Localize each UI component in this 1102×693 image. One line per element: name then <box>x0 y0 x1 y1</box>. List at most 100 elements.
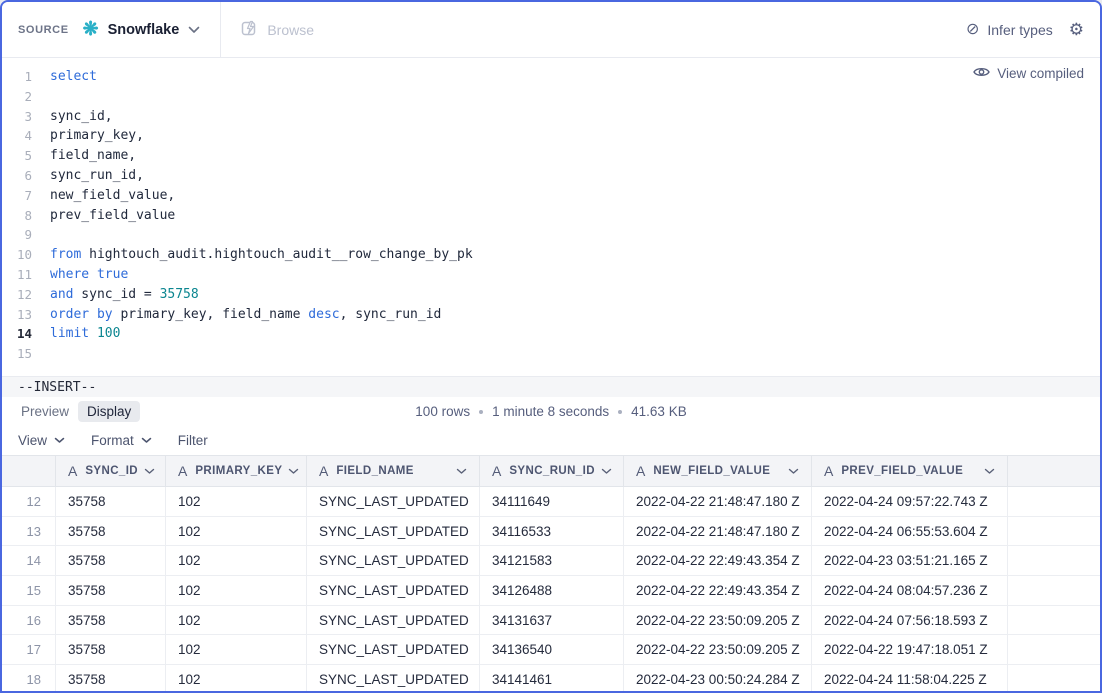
code-text: sync_id, <box>32 107 113 127</box>
column-menu-chevron-icon[interactable] <box>138 468 155 475</box>
column-header-sync_run_id[interactable]: ASYNC_RUN_ID <box>480 456 624 486</box>
string-type-icon: A <box>492 463 501 479</box>
format-menu[interactable]: Format <box>91 433 152 448</box>
table-row: 1435758102SYNC_LAST_UPDATED341215832022-… <box>2 546 1100 576</box>
table-cell[interactable]: 34121583 <box>480 546 624 576</box>
table-cell[interactable]: 2022-04-24 09:57:22.743 Z <box>812 487 1008 517</box>
table-row: 1635758102SYNC_LAST_UPDATED341316372022-… <box>2 606 1100 636</box>
column-menu-chevron-icon[interactable] <box>282 468 299 475</box>
table-cell[interactable]: 2022-04-23 03:51:21.165 Z <box>812 546 1008 576</box>
column-header-primary_key[interactable]: APRIMARY_KEY <box>166 456 307 486</box>
sql-text: sync_run_id, <box>50 168 144 183</box>
table-cell[interactable]: 35758 <box>56 665 166 693</box>
table-cell[interactable]: 34116533 <box>480 517 624 547</box>
table-cell[interactable]: 2022-04-22 19:47:18.051 Z <box>812 635 1008 665</box>
table-cell[interactable]: 102 <box>166 606 307 636</box>
infer-types-button[interactable]: ⊘ Infer types <box>966 22 1053 38</box>
column-header-sync_id[interactable]: ASYNC_ID <box>56 456 166 486</box>
table-cell[interactable]: 35758 <box>56 546 166 576</box>
column-menu-chevron-icon[interactable] <box>450 468 467 475</box>
view-compiled-label: View compiled <box>997 66 1084 81</box>
table-cell[interactable]: 34126488 <box>480 576 624 606</box>
chevron-down-icon <box>141 437 152 444</box>
spacer-cell <box>1008 635 1100 665</box>
code-line: 10 from hightouch_audit.hightouch_audit__… <box>2 245 1100 265</box>
column-header-new_field_value[interactable]: ANEW_FIELD_VALUE <box>624 456 812 486</box>
table-cell[interactable]: 2022-04-22 21:48:47.180 Z <box>624 517 812 547</box>
results-tabbar: 100 rows1 minute 8 seconds41.63 KB Previ… <box>2 397 1100 425</box>
table-cell[interactable]: 102 <box>166 576 307 606</box>
sql-keyword: order by <box>50 307 113 322</box>
table-cell[interactable]: SYNC_LAST_UPDATED <box>307 546 480 576</box>
code-line: 14limit 100 <box>2 324 1100 344</box>
table-cell[interactable]: 102 <box>166 546 307 576</box>
gear-icon[interactable]: ⚙︎ <box>1069 21 1084 38</box>
sql-text: field_name, <box>50 148 136 163</box>
table-cell[interactable]: 35758 <box>56 517 166 547</box>
table-cell[interactable]: 2022-04-24 07:56:18.593 Z <box>812 606 1008 636</box>
code-line: 3sync_id, <box>2 107 1100 127</box>
sql-keyword: from <box>50 247 81 262</box>
table-cell[interactable]: SYNC_LAST_UPDATED <box>307 517 480 547</box>
table-cell[interactable]: 2022-04-22 21:48:47.180 Z <box>624 487 812 517</box>
table-cell[interactable]: 2022-04-24 06:55:53.604 Z <box>812 517 1008 547</box>
row-number: 14 <box>2 546 56 576</box>
code-line: 13order by primary_key, field_name desc,… <box>2 305 1100 325</box>
table-cell[interactable]: 34136540 <box>480 635 624 665</box>
source-selector[interactable]: ❋ Snowflake <box>83 20 201 39</box>
line-number: 10 <box>2 245 32 265</box>
sql-literal: 35758 <box>160 287 199 302</box>
view-menu[interactable]: View <box>18 433 65 448</box>
line-number: 8 <box>2 206 32 226</box>
table-cell[interactable]: SYNC_LAST_UPDATED <box>307 635 480 665</box>
table-cell[interactable]: SYNC_LAST_UPDATED <box>307 487 480 517</box>
table-cell[interactable]: 102 <box>166 487 307 517</box>
browse-button[interactable]: Browse <box>241 20 314 40</box>
column-menu-chevron-icon[interactable] <box>782 468 799 475</box>
code-line: 6sync_run_id, <box>2 166 1100 186</box>
column-header-prev_field_value[interactable]: APREV_FIELD_VALUE <box>812 456 1008 486</box>
mode-indicator: --INSERT-- <box>18 380 96 395</box>
column-menu-chevron-icon[interactable] <box>978 468 995 475</box>
sql-text: hightouch_audit.hightouch_audit__row_cha… <box>81 247 472 262</box>
table-cell[interactable]: SYNC_LAST_UPDATED <box>307 576 480 606</box>
sql-editor[interactable]: View compiled 1select2 3sync_id,4primary… <box>2 58 1100 376</box>
column-header-field_name[interactable]: AFIELD_NAME <box>307 456 480 486</box>
column-name: FIELD_NAME <box>336 465 413 477</box>
filter-menu[interactable]: Filter <box>178 433 208 448</box>
results-grid: ASYNC_IDAPRIMARY_KEYAFIELD_NAMEASYNC_RUN… <box>2 455 1100 693</box>
tab-preview[interactable]: Preview <box>12 401 78 422</box>
table-cell[interactable]: 2022-04-22 23:50:09.205 Z <box>624 635 812 665</box>
eye-icon <box>973 66 990 81</box>
table-cell[interactable]: 35758 <box>56 635 166 665</box>
table-cell[interactable]: 102 <box>166 635 307 665</box>
table-cell[interactable]: 2022-04-22 23:50:09.205 Z <box>624 606 812 636</box>
row-number: 13 <box>2 517 56 547</box>
table-cell[interactable]: 35758 <box>56 606 166 636</box>
table-cell[interactable]: SYNC_LAST_UPDATED <box>307 665 480 693</box>
view-compiled-button[interactable]: View compiled <box>973 66 1084 81</box>
line-number: 4 <box>2 126 32 146</box>
sql-keyword: limit <box>50 326 89 341</box>
code-line: 1select <box>2 67 1100 87</box>
table-cell[interactable]: 102 <box>166 517 307 547</box>
table-cell[interactable]: 2022-04-24 08:04:57.236 Z <box>812 576 1008 606</box>
code-text: sync_run_id, <box>32 166 144 186</box>
sql-text: prev_field_value <box>50 208 175 223</box>
code-text: prev_field_value <box>32 206 175 226</box>
table-cell[interactable]: SYNC_LAST_UPDATED <box>307 606 480 636</box>
column-name: NEW_FIELD_VALUE <box>653 465 770 477</box>
row-number: 12 <box>2 487 56 517</box>
table-cell[interactable]: 34141461 <box>480 665 624 693</box>
table-cell[interactable]: 35758 <box>56 576 166 606</box>
table-cell[interactable]: 102 <box>166 665 307 693</box>
table-cell[interactable]: 35758 <box>56 487 166 517</box>
table-cell[interactable]: 2022-04-23 00:50:24.284 Z <box>624 665 812 693</box>
table-cell[interactable]: 34131637 <box>480 606 624 636</box>
column-menu-chevron-icon[interactable] <box>595 468 612 475</box>
table-cell[interactable]: 34111649 <box>480 487 624 517</box>
tab-display[interactable]: Display <box>78 401 140 422</box>
table-cell[interactable]: 2022-04-22 22:49:43.354 Z <box>624 576 812 606</box>
table-cell[interactable]: 2022-04-22 22:49:43.354 Z <box>624 546 812 576</box>
table-cell[interactable]: 2022-04-24 11:58:04.225 Z <box>812 665 1008 693</box>
